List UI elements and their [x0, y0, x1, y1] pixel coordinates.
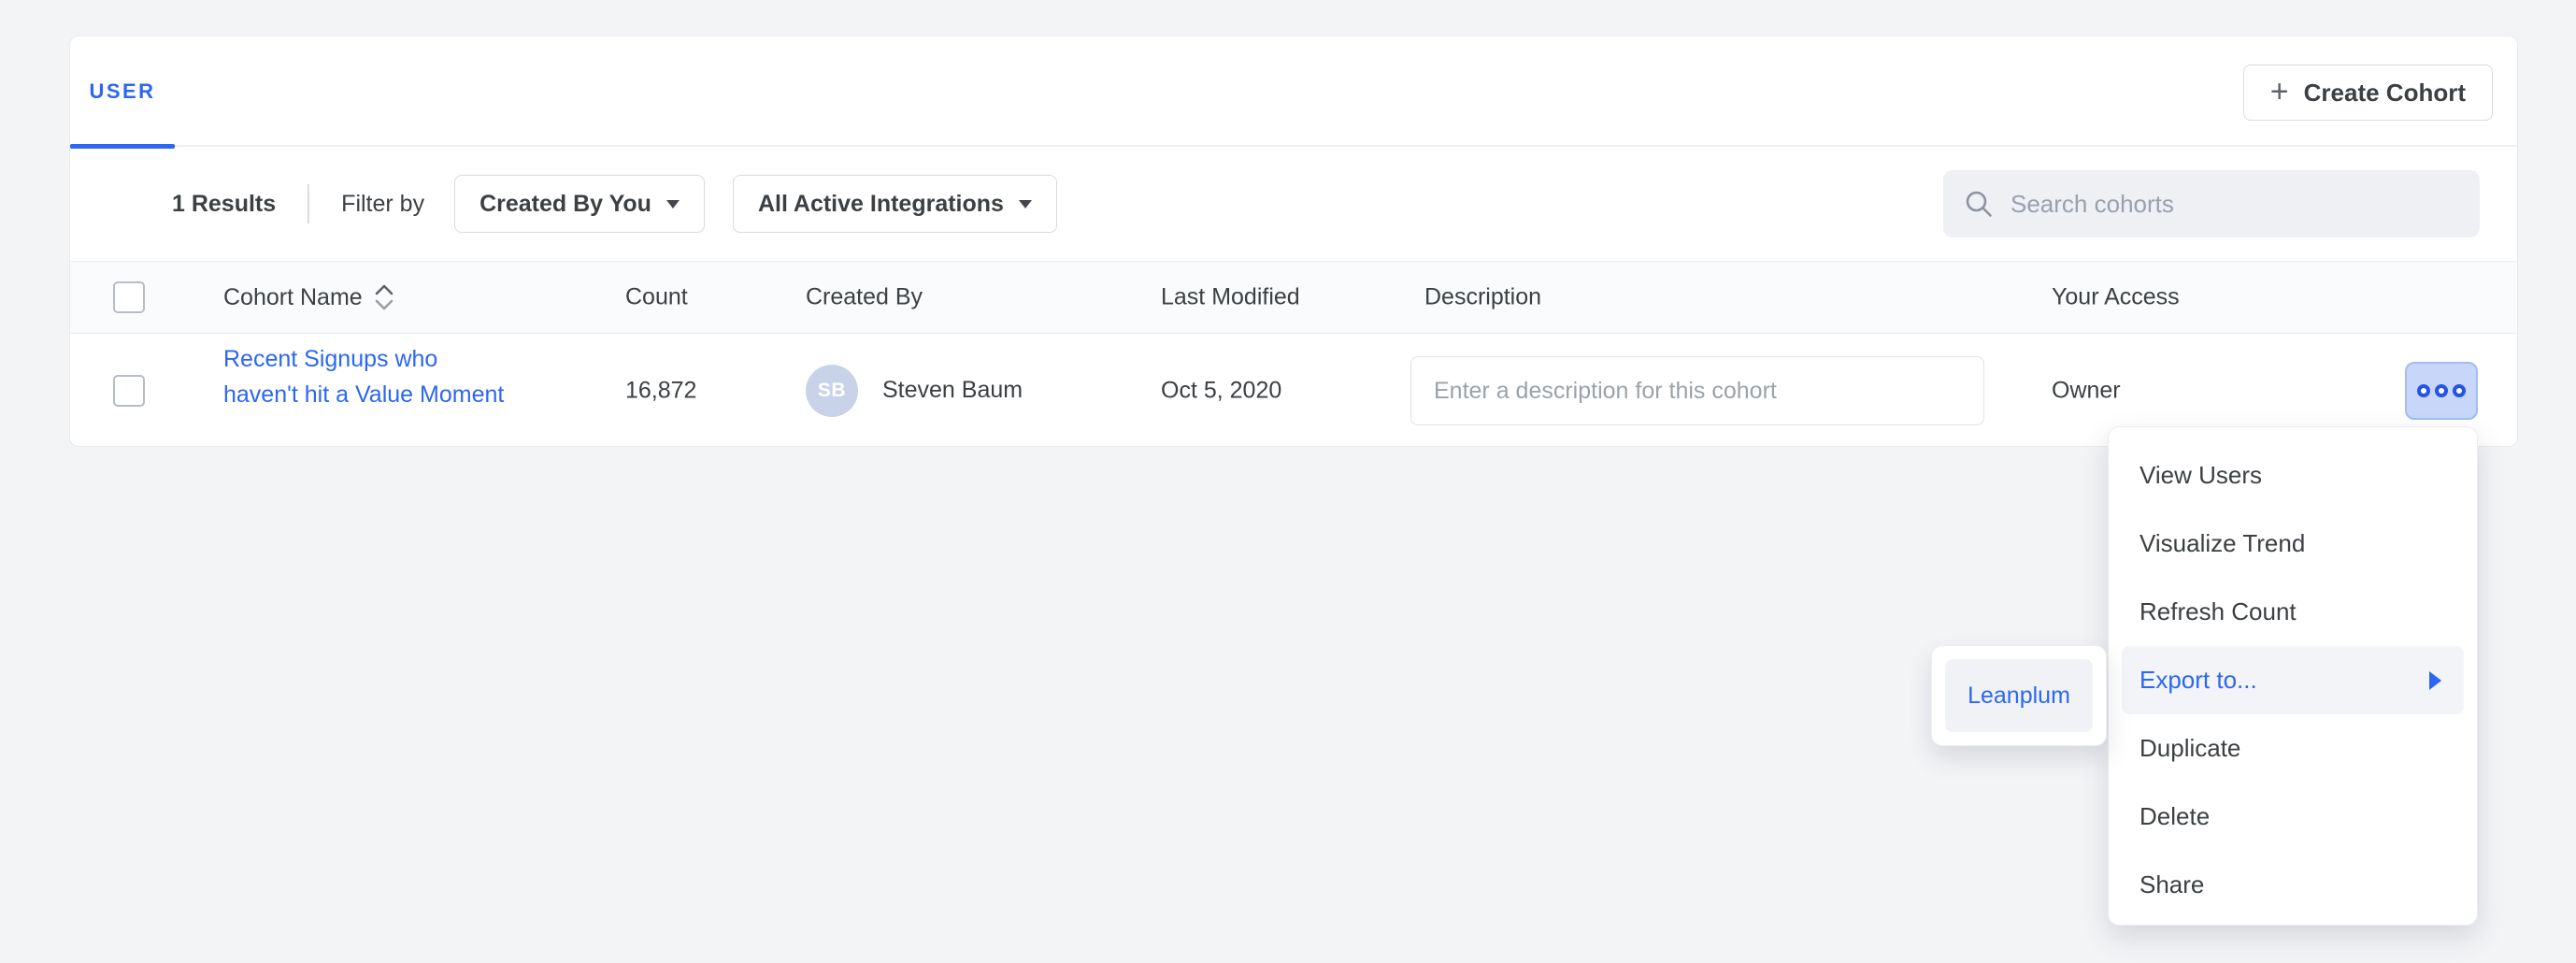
last-modified-date: Oct 5, 2020 [1161, 377, 1281, 404]
filter-toolbar: 1 Results Filter by Created By You All A… [70, 147, 2517, 261]
create-cohort-button[interactable]: + Create Cohort [2243, 65, 2493, 121]
search-input[interactable] [2011, 190, 2459, 219]
column-header-description: Description [1424, 284, 1541, 311]
menu-item-view-users[interactable]: View Users [2109, 441, 2477, 510]
integrations-filter-dropdown[interactable]: All Active Integrations [733, 175, 1057, 233]
results-count: 1 Results [172, 191, 276, 218]
more-actions-button[interactable] [2405, 362, 2478, 420]
chevron-down-icon [1019, 200, 1032, 208]
creator-name: Steven Baum [882, 377, 1023, 404]
row-checkbox[interactable] [113, 375, 145, 407]
description-input[interactable] [1410, 356, 1984, 425]
cohorts-panel: USER + Create Cohort 1 Results Filter by… [69, 36, 2518, 447]
search-icon [1964, 189, 1994, 219]
created-by-filter-label: Created By You [479, 191, 651, 218]
created-by-filter-dropdown[interactable]: Created By You [454, 175, 705, 233]
cohort-name-link[interactable]: Recent Signups who haven't hit a Value M… [223, 341, 513, 412]
table-header-row: Cohort Name Count Created By Last Modifi… [70, 261, 2517, 334]
menu-item-delete[interactable]: Delete [2109, 783, 2477, 851]
select-all-checkbox[interactable] [113, 281, 145, 313]
tab-user[interactable]: USER [70, 36, 175, 147]
menu-item-visualize-trend[interactable]: Visualize Trend [2109, 510, 2477, 578]
column-header-your-access: Your Access [2052, 284, 2180, 311]
create-cohort-label: Create Cohort [2304, 79, 2466, 108]
submenu-arrow-icon [2429, 671, 2441, 690]
ellipsis-icon [2417, 384, 2430, 397]
access-level: Owner [2052, 377, 2121, 404]
column-header-last-modified: Last Modified [1161, 284, 1300, 311]
search-cohorts-box[interactable] [1943, 170, 2480, 237]
tab-user-label: USER [89, 79, 155, 104]
menu-item-refresh-count[interactable]: Refresh Count [2109, 578, 2477, 646]
integrations-filter-label: All Active Integrations [758, 191, 1004, 218]
export-submenu: Leanplum [1931, 645, 2107, 746]
column-header-count: Count [625, 284, 688, 311]
chevron-down-icon [666, 200, 680, 208]
column-header-created-by: Created By [806, 284, 923, 311]
ellipsis-icon [2453, 384, 2466, 397]
cohort-count: 16,872 [625, 377, 696, 404]
ellipsis-icon [2435, 384, 2448, 397]
sort-icon [374, 283, 394, 311]
row-actions-menu: View Users Visualize Trend Refresh Count… [2108, 426, 2478, 926]
plus-icon: + [2270, 76, 2289, 108]
created-by-cell: SB Steven Baum [806, 365, 1023, 417]
tab-bar: USER + Create Cohort [70, 36, 2517, 147]
submenu-item-leanplum[interactable]: Leanplum [1945, 659, 2093, 732]
menu-item-export-to[interactable]: Export to... [2122, 646, 2464, 714]
toolbar-divider [308, 184, 309, 223]
filter-by-label: Filter by [341, 191, 424, 218]
menu-item-share[interactable]: Share [2109, 851, 2477, 919]
menu-item-duplicate[interactable]: Duplicate [2109, 714, 2477, 783]
avatar: SB [806, 365, 858, 417]
column-header-cohort-name[interactable]: Cohort Name [223, 283, 394, 311]
